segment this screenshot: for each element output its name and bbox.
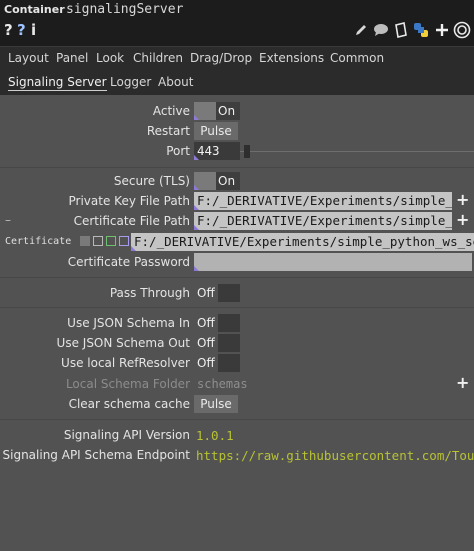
param-label: Signaling API Version (63, 428, 190, 442)
port-slider-track[interactable] (240, 151, 474, 152)
param-port: Port 443 (0, 141, 474, 161)
divider (0, 277, 474, 278)
tab-children[interactable]: Children (133, 51, 183, 65)
param-secure-tls: Secure (TLS) On (0, 171, 474, 191)
param-private-key: Private Key File Path F:/_DERIVATIVE/Exp… (0, 190, 474, 211)
add-icon[interactable]: + (456, 190, 469, 209)
param-label: Use local RefResolver (61, 356, 190, 370)
parameter-panel: Active On Restart Pulse Port 443 Secure … (0, 95, 474, 551)
param-label: Clear schema cache (68, 397, 190, 411)
json-schema-out-toggle[interactable]: Off (194, 334, 240, 352)
param-local-schema-folder: Local Schema Folder schemas + (0, 373, 474, 394)
param-json-schema-in: Use JSON Schema In Off (0, 313, 474, 333)
param-label: Pass Through (109, 286, 190, 300)
port-field[interactable]: 443 (194, 142, 240, 160)
tab-common[interactable]: Common (330, 51, 384, 65)
pass-through-toggle[interactable]: Off (194, 284, 240, 302)
swatch-icon[interactable] (119, 236, 129, 246)
json-schema-in-toggle[interactable]: Off (194, 314, 240, 332)
param-json-schema-out: Use JSON Schema Out Off (0, 333, 474, 353)
swatch-icon[interactable] (106, 236, 116, 246)
tab-drag-drop[interactable]: Drag/Drop (190, 51, 252, 65)
tab-panel[interactable]: Panel (56, 51, 88, 65)
param-label: Secure (TLS) (113, 174, 190, 188)
collapse-icon[interactable]: – (5, 213, 11, 227)
comment-icon[interactable] (373, 23, 389, 37)
param-active: Active On (0, 101, 474, 121)
add-icon[interactable]: + (456, 373, 469, 392)
swatch-icon[interactable] (93, 236, 103, 246)
param-certificate: Certificate F:/_DERIVATIVE/Experiments/s… (0, 232, 474, 252)
param-label: Use JSON Schema In (67, 316, 190, 330)
certificate-file-path-field[interactable]: F:/_DERIVATIVE/Experiments/simple_py (194, 212, 452, 230)
param-label: Use JSON Schema Out (56, 336, 190, 350)
add-icon[interactable] (434, 22, 450, 38)
param-api-endpoint: Signaling API Schema Endpoint https://ra… (0, 445, 474, 465)
param-pass-through: Pass Through Off (0, 283, 474, 303)
swatch-icon[interactable] (80, 236, 90, 246)
page-tab-bar: Layout Panel Look Children Drag/Drop Ext… (0, 46, 474, 71)
param-label: Certificate File Path (73, 214, 190, 228)
divider (0, 167, 474, 168)
param-cert-file: – Certificate File Path F:/_DERIVATIVE/E… (0, 210, 474, 231)
info-icon[interactable]: i (31, 21, 36, 39)
port-slider-handle[interactable] (244, 145, 250, 158)
param-api-version: Signaling API Version 1.0.1 (0, 425, 474, 445)
edit-icon[interactable] (354, 23, 368, 37)
certificate-label: Certificate (5, 236, 72, 247)
active-toggle[interactable]: On (194, 102, 240, 120)
param-local-refresolver: Use local RefResolver Off (0, 353, 474, 373)
header-bar: Container signalingServer (0, 0, 474, 20)
add-icon[interactable]: + (456, 210, 469, 229)
python-help-icon[interactable]: ? (17, 21, 26, 39)
component-type: Container (4, 3, 65, 16)
tab-about[interactable]: About (158, 75, 193, 89)
tab-signaling-server[interactable]: Signaling Server (8, 75, 107, 91)
local-refresolver-toggle[interactable]: Off (194, 354, 240, 372)
tab-extensions[interactable]: Extensions (259, 51, 324, 65)
param-label: Active (152, 104, 190, 118)
param-clear-schema-cache: Clear schema cache Pulse (0, 394, 474, 414)
sub-tab-bar: Signaling Server Logger About (0, 71, 474, 95)
certificate-password-field[interactable] (194, 253, 472, 271)
icon-toolbar: ? ? i (0, 20, 474, 42)
tab-logger[interactable]: Logger (110, 75, 151, 89)
python-icon[interactable] (413, 22, 429, 38)
clone-icon[interactable] (393, 22, 407, 38)
api-version-value: 1.0.1 (196, 428, 234, 443)
certificate-field[interactable]: F:/_DERIVATIVE/Experiments/simple_python… (131, 233, 474, 251)
local-schema-folder-field[interactable]: schemas (197, 377, 248, 391)
clear-cache-pulse-button[interactable]: Pulse (194, 395, 238, 413)
secure-tls-toggle[interactable]: On (194, 172, 240, 190)
param-label: Local Schema Folder (65, 377, 190, 391)
param-label: Certificate Password (67, 255, 190, 269)
param-label: Restart (146, 124, 190, 138)
private-key-path-field[interactable]: F:/_DERIVATIVE/Experiments/simple_py (194, 192, 452, 210)
tab-look[interactable]: Look (96, 51, 124, 65)
api-endpoint-value: https://raw.githubusercontent.com/Touc (196, 448, 474, 463)
tab-layout[interactable]: Layout (8, 51, 49, 65)
param-label: Private Key File Path (68, 194, 190, 208)
restart-pulse-button[interactable]: Pulse (194, 122, 238, 140)
divider (0, 307, 474, 308)
param-restart: Restart Pulse (0, 121, 474, 141)
help-icon[interactable]: ? (4, 21, 13, 39)
component-name[interactable]: signalingServer (66, 2, 183, 17)
param-cert-password: Certificate Password (0, 252, 474, 272)
viewer-icon[interactable] (453, 21, 471, 39)
param-label: Signaling API Schema Endpoint (2, 448, 191, 462)
param-label: Port (166, 144, 190, 158)
divider (0, 419, 474, 420)
